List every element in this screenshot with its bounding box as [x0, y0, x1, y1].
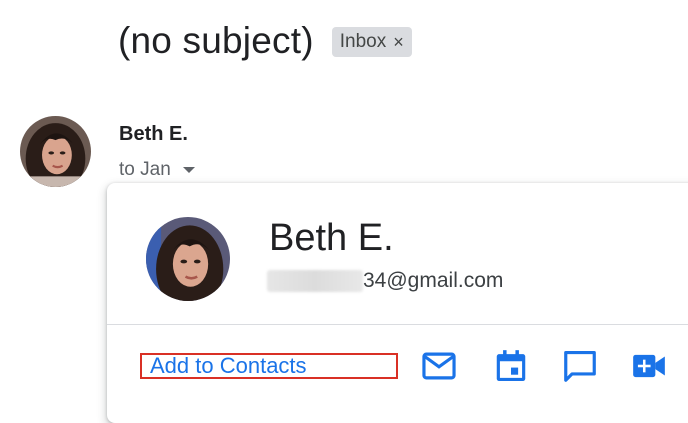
sender-avatar[interactable] [20, 116, 91, 187]
contact-hover-card: Beth E. 34@gmail.com Add to Contacts [107, 183, 688, 423]
contact-name: Beth E. [269, 217, 394, 259]
subject-row: (no subject) Inbox × [118, 20, 412, 62]
recipients-line: to Jan [119, 159, 195, 181]
label-text: Inbox [339, 31, 387, 52]
contact-email-text: 34@gmail.com [363, 269, 504, 292]
contact-avatar [146, 217, 230, 301]
calendar-icon[interactable] [492, 347, 530, 385]
email-subject: (no subject) [118, 20, 314, 61]
contact-email: 34@gmail.com [267, 269, 503, 293]
show-details-icon[interactable] [182, 167, 195, 173]
sender-name[interactable]: Beth E. [119, 123, 188, 146]
mail-icon[interactable] [420, 347, 458, 385]
add-to-contacts-label: Add to Contacts [150, 353, 307, 378]
inbox-label-chip[interactable]: Inbox × [331, 27, 412, 57]
remove-label-icon[interactable]: × [393, 32, 404, 53]
add-to-contacts-button[interactable]: Add to Contacts [140, 353, 398, 379]
chat-icon[interactable] [561, 347, 599, 385]
redacted-email-prefix [267, 270, 363, 292]
recipients-text: to Jan [119, 159, 171, 180]
video-call-icon[interactable] [630, 347, 668, 385]
card-divider [107, 324, 688, 325]
